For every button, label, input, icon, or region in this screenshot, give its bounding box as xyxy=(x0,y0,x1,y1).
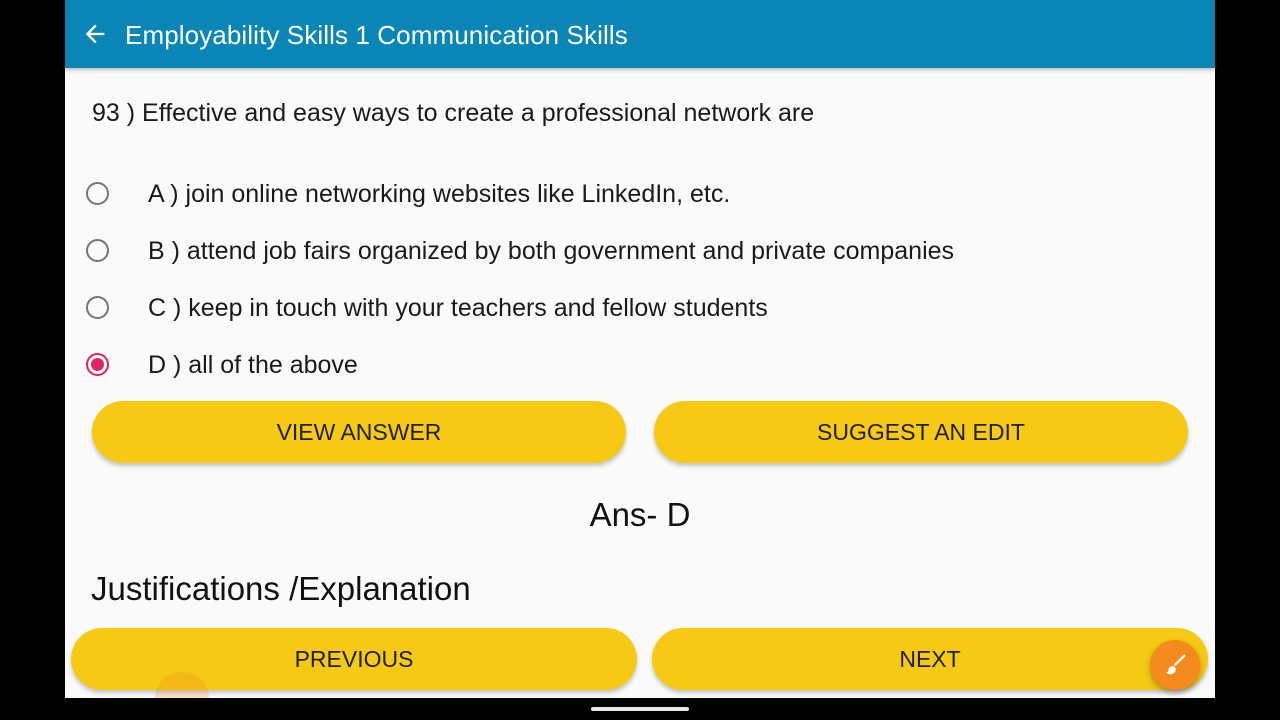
radio-button-b[interactable] xyxy=(86,239,109,262)
option-label-b: B ) attend job fairs organized by both g… xyxy=(148,237,955,265)
suggest-edit-button[interactable]: SUGGEST AN EDIT xyxy=(654,401,1188,463)
option-label-c: C ) keep in touch with your teachers and… xyxy=(148,294,768,322)
question-text: 93 ) Effective and easy ways to create a… xyxy=(92,99,815,127)
option-d[interactable]: D ) all of the above xyxy=(85,345,1185,389)
option-b[interactable]: B ) attend job fairs organized by both g… xyxy=(85,231,1185,275)
answer-text: Ans- D xyxy=(589,496,691,533)
previous-button[interactable]: PREVIOUS xyxy=(71,628,637,690)
option-label-d: D ) all of the above xyxy=(148,351,358,379)
paint-brush-icon xyxy=(1166,654,1186,675)
radio-button-c[interactable] xyxy=(86,296,109,319)
option-label-a: A ) join online networking websites like… xyxy=(148,180,731,208)
option-c[interactable]: C ) keep in touch with your teachers and… xyxy=(85,288,1185,332)
arrow-left-icon[interactable] xyxy=(81,20,109,48)
radio-button-d[interactable] xyxy=(86,353,109,376)
option-a[interactable]: A ) join online networking websites like… xyxy=(85,174,1185,218)
app-screen: Employability Skills 1 Communication Ski… xyxy=(65,0,1215,698)
home-indicator[interactable] xyxy=(591,707,689,711)
page-title: Employability Skills 1 Communication Ski… xyxy=(125,20,628,50)
edit-fab[interactable] xyxy=(1150,640,1200,690)
radio-button-a[interactable] xyxy=(86,182,109,205)
app-bar: Employability Skills 1 Communication Ski… xyxy=(65,0,1215,68)
view-answer-button[interactable]: VIEW ANSWER xyxy=(92,401,626,463)
next-button[interactable]: NEXT xyxy=(652,628,1208,690)
explanation-heading: Justifications /Explanation xyxy=(91,570,471,607)
